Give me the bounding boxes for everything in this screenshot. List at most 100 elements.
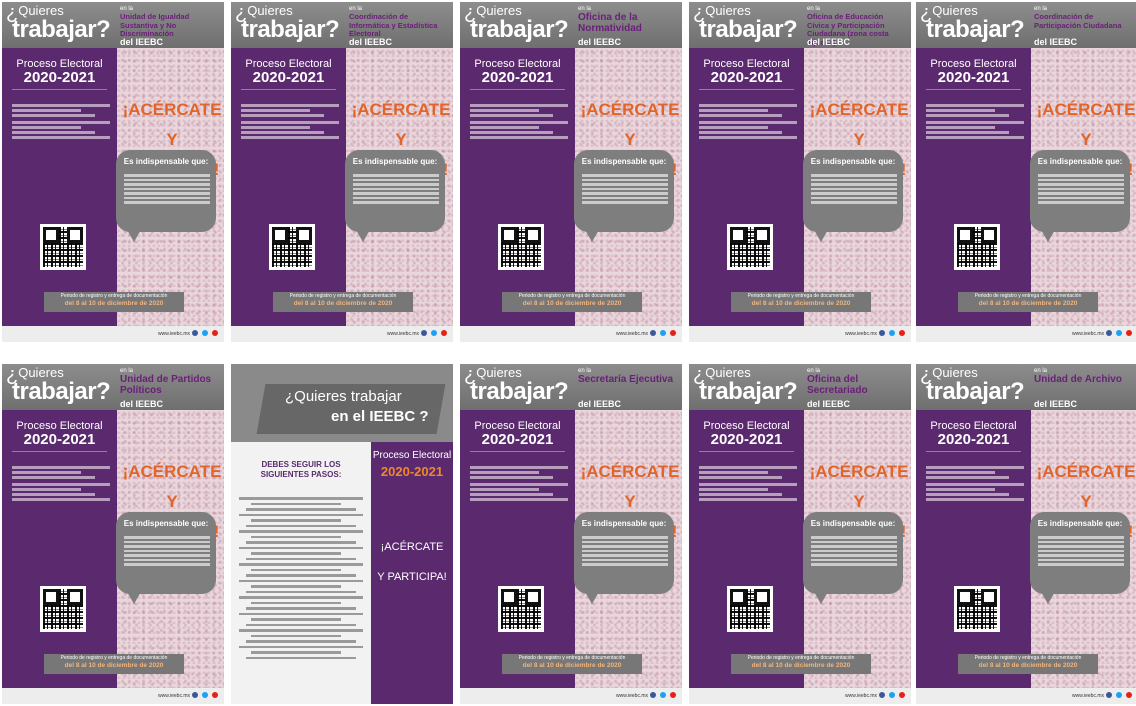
website-link[interactable]: www.ieebc.mx xyxy=(845,693,877,699)
qr-code-image[interactable] xyxy=(498,586,544,632)
twitter-icon[interactable] xyxy=(889,330,895,336)
facebook-icon[interactable] xyxy=(192,692,198,698)
qr-code-image[interactable] xyxy=(40,224,86,270)
youtube-icon[interactable] xyxy=(441,330,447,336)
placeholder-text-line xyxy=(699,483,797,486)
job-poster[interactable]: ¿Quieres trabajar? en la Oficina de la Norm… xyxy=(460,2,682,342)
unit-name: Secretaría Ejecutiva xyxy=(578,374,674,385)
election-year: 2020-2021 xyxy=(710,431,783,448)
unit-name: Coordinación de Participación Ciudadana xyxy=(1034,12,1122,30)
requirements-text xyxy=(470,464,568,503)
qr-code-image[interactable] xyxy=(40,586,86,632)
website-link[interactable]: www.ieebc.mx xyxy=(616,331,648,337)
qr-code-image[interactable] xyxy=(954,586,1000,632)
twitter-icon[interactable] xyxy=(1116,330,1122,336)
unit-name: Unidad de Igualdad Sustantiva y No Discr… xyxy=(120,12,190,38)
facebook-icon[interactable] xyxy=(650,330,656,336)
placeholder-text-line xyxy=(811,187,897,190)
placeholder-text-line xyxy=(124,540,210,543)
twitter-icon[interactable] xyxy=(889,692,895,698)
facebook-icon[interactable] xyxy=(879,692,885,698)
steps-text xyxy=(239,494,363,662)
election-year: 2020-2021 xyxy=(481,431,554,448)
job-poster[interactable]: ¿Quieres trabajar? en la Unidad de Archivo d… xyxy=(916,364,1136,704)
website-link[interactable]: www.ieebc.mx xyxy=(158,693,190,699)
placeholder-text-line xyxy=(1038,187,1124,190)
placeholder-text-line xyxy=(353,196,439,199)
trabajar-label: trabajar xyxy=(241,16,326,43)
placeholder-text-line xyxy=(926,136,1024,139)
job-poster[interactable]: ¿Quieres trabajar? en la Coordinación de In… xyxy=(231,2,453,342)
del-ieebc-text: del IEEBC xyxy=(120,399,164,409)
youtube-icon[interactable] xyxy=(899,330,905,336)
placeholder-text-line xyxy=(582,174,668,177)
placeholder-text-line xyxy=(12,483,110,486)
placeholder-text-line xyxy=(699,136,797,139)
placeholder-text-line xyxy=(239,497,363,500)
facebook-icon[interactable] xyxy=(421,330,427,336)
youtube-icon[interactable] xyxy=(670,330,676,336)
youtube-icon[interactable] xyxy=(212,330,218,336)
requirements-text xyxy=(699,464,797,503)
twitter-icon[interactable] xyxy=(202,692,208,698)
website-link[interactable]: www.ieebc.mx xyxy=(1072,693,1104,699)
youtube-icon[interactable] xyxy=(670,692,676,698)
placeholder-text-line xyxy=(470,493,554,496)
placeholder-text-line xyxy=(12,476,96,479)
divider xyxy=(926,451,1021,452)
job-poster[interactable]: ¿Quieres trabajar? en la Unidad de Partidos… xyxy=(2,364,224,704)
placeholder-text-line xyxy=(470,483,568,486)
placeholder-text-line xyxy=(470,488,539,491)
twitter-icon[interactable] xyxy=(660,692,666,698)
youtube-icon[interactable] xyxy=(212,692,218,698)
qr-code-image[interactable] xyxy=(498,224,544,270)
facebook-icon[interactable] xyxy=(1106,330,1112,336)
registration-period-box: Periodo de registro y entrega de documen… xyxy=(731,292,871,312)
registration-period-label: Periodo de registro y entrega de documen… xyxy=(60,293,168,299)
placeholder-text-line xyxy=(241,126,310,129)
placeholder-text-line xyxy=(470,476,554,479)
indispensable-heading: Es indispensable que: xyxy=(123,157,209,166)
placeholder-text-line xyxy=(926,104,1024,107)
placeholder-text-line xyxy=(246,574,356,577)
facebook-icon[interactable] xyxy=(650,692,656,698)
qr-code-image[interactable] xyxy=(269,224,315,270)
website-link[interactable]: www.ieebc.mx xyxy=(158,331,190,337)
website-link[interactable]: www.ieebc.mx xyxy=(1072,331,1104,337)
placeholder-text-line xyxy=(1038,536,1124,539)
facebook-icon[interactable] xyxy=(879,330,885,336)
twitter-icon[interactable] xyxy=(1116,692,1122,698)
divider xyxy=(241,89,336,90)
facebook-icon[interactable] xyxy=(1106,692,1112,698)
job-poster[interactable]: ¿Quieres trabajar? en la Unidad de Igualdad… xyxy=(2,2,224,342)
placeholder-text-line xyxy=(239,645,363,648)
qr-code-image[interactable] xyxy=(727,224,773,270)
job-poster[interactable]: ¿Quieres trabajar? en la Coordinación de Pa… xyxy=(916,2,1136,342)
twitter-icon[interactable] xyxy=(202,330,208,336)
acercate-text: ¡ACÉRCATE xyxy=(122,462,222,481)
facebook-icon[interactable] xyxy=(192,330,198,336)
twitter-icon[interactable] xyxy=(660,330,666,336)
twitter-icon[interactable] xyxy=(431,330,437,336)
youtube-icon[interactable] xyxy=(1126,330,1132,336)
participa-text: Y PARTICIPA! xyxy=(377,571,447,583)
youtube-icon[interactable] xyxy=(1126,692,1132,698)
placeholder-text-line xyxy=(12,104,110,107)
placeholder-text-line xyxy=(241,131,325,134)
website-link[interactable]: www.ieebc.mx xyxy=(387,331,419,337)
job-poster[interactable]: ¿Quieres trabajar? en la Oficina del Secret… xyxy=(689,364,911,704)
qr-code-image[interactable] xyxy=(954,224,1000,270)
placeholder-text-line xyxy=(811,549,897,552)
website-link[interactable]: www.ieebc.mx xyxy=(616,693,648,699)
youtube-icon[interactable] xyxy=(899,692,905,698)
website-link[interactable]: www.ieebc.mx xyxy=(845,331,877,337)
job-poster[interactable]: ¿Quieres trabajar? en la Oficina de Educaci… xyxy=(689,2,911,342)
qr-code-image[interactable] xyxy=(727,586,773,632)
placeholder-text-line xyxy=(251,568,341,571)
placeholder-text-line xyxy=(124,549,210,552)
placeholder-text-line xyxy=(699,131,783,134)
job-poster[interactable]: ¿Quieres trabajar? en la Secretaría Ejecuti… xyxy=(460,364,682,704)
job-poster-steps[interactable]: ¿Quieres trabajar en el IEEBC ? Proceso El… xyxy=(231,364,453,704)
placeholder-text-line xyxy=(12,121,110,124)
placeholder-text-line xyxy=(699,104,797,107)
